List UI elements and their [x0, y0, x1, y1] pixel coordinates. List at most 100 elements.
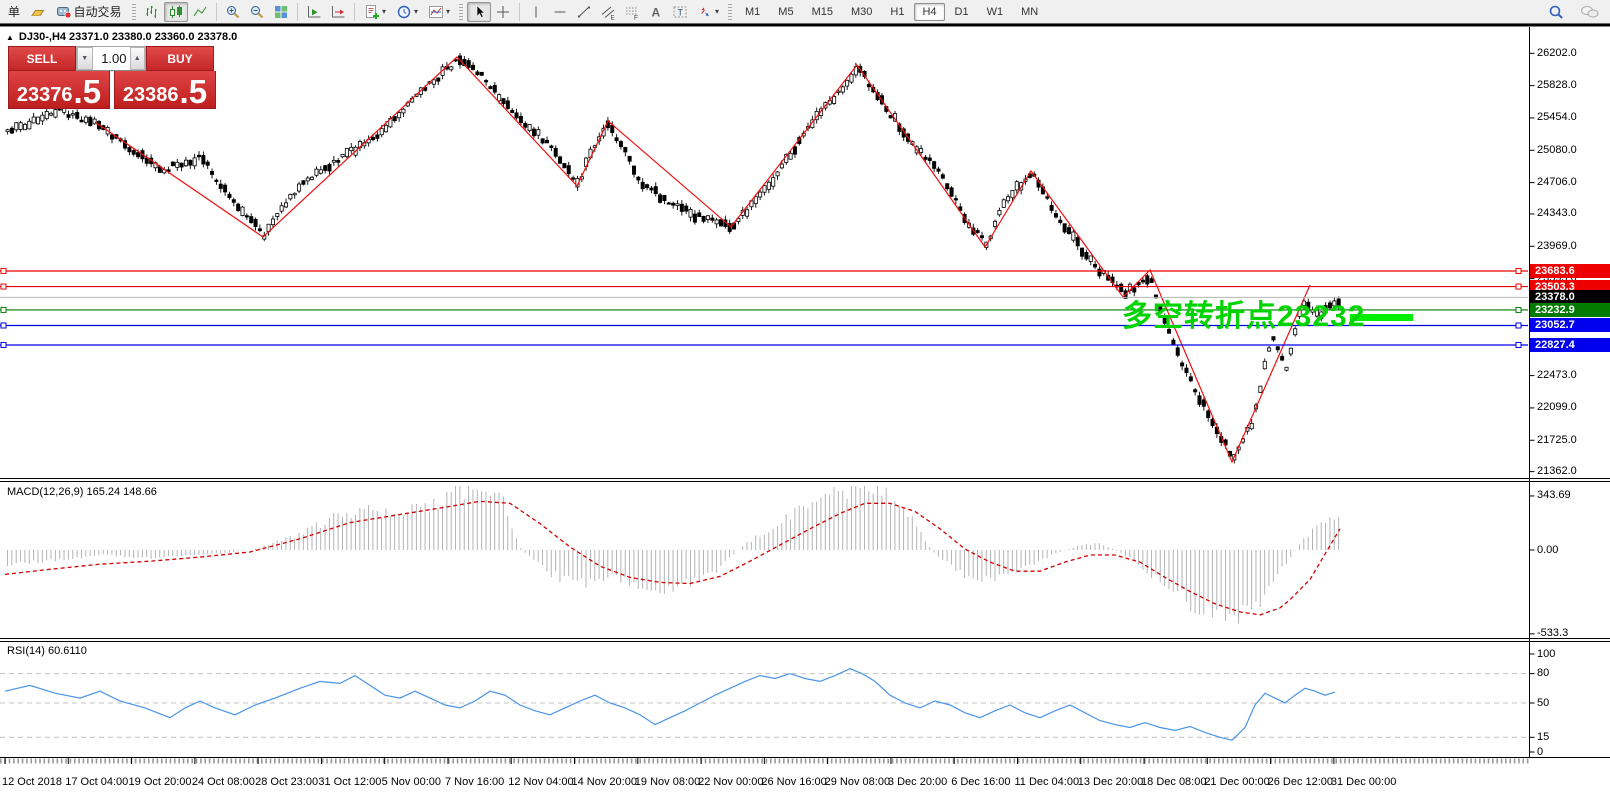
autoscroll-icon	[306, 4, 322, 20]
macd-indicator-label: MACD(12,26,9) 165.24 148.66	[7, 486, 157, 498]
caret-down-icon: ▼	[81, 55, 88, 62]
candles-chart-button[interactable]	[164, 2, 188, 22]
timeframe-button-h1[interactable]: H1	[882, 3, 912, 21]
toolbar-separator	[354, 3, 355, 21]
time-axis-label: 18 Dec 08:00	[1141, 776, 1206, 788]
symbol-title: ▲ DJ30-,H4 23371.0 23380.0 23360.0 23378…	[6, 31, 237, 43]
crosshair-button[interactable]	[491, 2, 515, 22]
templates-button[interactable]: ▾	[423, 2, 455, 22]
chat-button[interactable]	[1578, 2, 1602, 22]
autotrading-label: 自动交易	[73, 3, 121, 20]
arrows-button[interactable]: ▾	[692, 2, 724, 22]
time-axis[interactable]: 12 Oct 201817 Oct 04:0019 Oct 20:0024 Oc…	[0, 776, 1540, 792]
buy-button[interactable]: BUY	[146, 46, 214, 71]
buy-price-int: 23386	[123, 85, 179, 105]
channel-button[interactable]: E	[596, 2, 620, 22]
buy-price-frac: .5	[180, 79, 208, 105]
cursor-button[interactable]	[467, 2, 491, 22]
horizontal-line-button[interactable]	[548, 2, 572, 22]
line-chart-button[interactable]	[188, 2, 212, 22]
time-axis-label: 21 Dec 00:00	[1204, 776, 1269, 788]
toolbar-grip	[728, 4, 732, 20]
time-axis-label: 11 Dec 04:00	[1014, 776, 1079, 788]
zoom-in-button[interactable]	[221, 2, 245, 22]
autotrading-robot-icon	[56, 4, 73, 20]
candles-chart-icon	[168, 4, 184, 20]
chart-canvas[interactable]	[0, 0, 1610, 794]
time-axis-label: 31 Oct 12:00	[318, 776, 381, 788]
time-axis-label: 14 Nov 20:00	[572, 776, 637, 788]
timeframe-button-d1[interactable]: D1	[947, 3, 977, 21]
time-axis-label: 17 Oct 04:00	[65, 776, 128, 788]
time-axis-label: 13 Dec 20:00	[1078, 776, 1143, 788]
autotrading-button[interactable]: 自动交易	[50, 2, 128, 22]
time-axis-label: 5 Nov 00:00	[382, 776, 441, 788]
svg-text:A: A	[652, 5, 661, 19]
window-border	[0, 23, 1610, 27]
indicators-button[interactable]: ▾	[359, 2, 391, 22]
toolbar: 单 自动交易 ▾ ▾ ▾ E F A T ▾ M1M5M1	[0, 0, 1610, 23]
time-axis-label: 7 Nov 16:00	[445, 776, 504, 788]
collapse-triangle-icon[interactable]: ▲	[6, 33, 14, 42]
one-click-trade-panel: SELL ▼ ▲ BUY 23376.5 23386.5	[8, 46, 216, 109]
timeframe-button-h4[interactable]: H4	[914, 3, 944, 21]
sell-button[interactable]: SELL	[8, 46, 76, 71]
timeframe-button-m15[interactable]: M15	[804, 3, 841, 21]
sell-price-button[interactable]: 23376.5	[8, 71, 110, 109]
text-icon: A	[648, 4, 664, 20]
timeframe-button-m1[interactable]: M1	[737, 3, 768, 21]
timeframe-button-m5[interactable]: M5	[770, 3, 801, 21]
mt4-window: 单 自动交易 ▾ ▾ ▾ E F A T ▾ M1M5M1	[0, 0, 1610, 794]
time-axis-label: 22 Nov 00:00	[698, 776, 763, 788]
timeframe-button-w1[interactable]: W1	[979, 3, 1012, 21]
trendline-button[interactable]	[572, 2, 596, 22]
indicators-icon	[364, 4, 380, 20]
vertical-line-button[interactable]	[524, 2, 548, 22]
sell-price-frac: .5	[74, 79, 102, 105]
caret-up-icon: ▲	[134, 55, 141, 62]
zigzag-overlay	[95, 57, 1310, 462]
templates-icon	[428, 4, 444, 20]
chart-shift-button[interactable]	[326, 2, 350, 22]
new-order-button[interactable]: 单	[2, 2, 26, 22]
lot-decrease-button[interactable]: ▼	[77, 47, 93, 70]
sell-label: SELL	[27, 52, 58, 66]
time-axis-label: 12 Nov 04:00	[508, 776, 573, 788]
bars-chart-icon	[144, 4, 160, 20]
text-label-button[interactable]: T	[668, 2, 692, 22]
fibonacci-icon: F	[624, 4, 640, 20]
search-icon	[1548, 4, 1565, 20]
periods-button[interactable]: ▾	[391, 2, 423, 22]
text-button[interactable]: A	[644, 2, 668, 22]
tile-windows-button[interactable]	[269, 2, 293, 22]
fibonacci-button[interactable]: F	[620, 2, 644, 22]
time-axis-label: 19 Nov 08:00	[635, 776, 700, 788]
new-order-label: 单	[8, 3, 20, 20]
gold-bar-icon	[30, 4, 47, 20]
timeframe-button-m30[interactable]: M30	[843, 3, 880, 21]
toolbar-separator	[297, 3, 298, 21]
gold-bar-button[interactable]	[26, 2, 50, 22]
autoscroll-button[interactable]	[302, 2, 326, 22]
svg-text:E: E	[611, 15, 615, 20]
arrows-icon	[697, 4, 713, 20]
toolbar-grip	[459, 4, 463, 20]
zoom-out-button[interactable]	[245, 2, 269, 22]
time-axis-label: 31 Dec 00:00	[1331, 776, 1396, 788]
toolbar-right	[1544, 2, 1610, 22]
dropdown-caret-icon: ▾	[446, 7, 450, 16]
dropdown-caret-icon: ▾	[382, 7, 386, 16]
bars-chart-button[interactable]	[140, 2, 164, 22]
buy-price-button[interactable]: 23386.5	[114, 71, 216, 109]
search-button[interactable]	[1544, 2, 1568, 22]
lot-increase-button[interactable]: ▲	[130, 47, 146, 70]
chart-shift-icon	[330, 4, 346, 20]
timeframe-button-mn[interactable]: MN	[1013, 3, 1046, 21]
time-axis-label: 19 Oct 20:00	[129, 776, 192, 788]
crosshair-icon	[495, 4, 511, 20]
svg-text:T: T	[678, 7, 684, 17]
vertical-line-icon	[528, 4, 544, 20]
toolbar-separator	[216, 3, 217, 21]
sell-price-int: 23376	[17, 85, 73, 105]
lot-size-input[interactable]	[93, 47, 130, 70]
